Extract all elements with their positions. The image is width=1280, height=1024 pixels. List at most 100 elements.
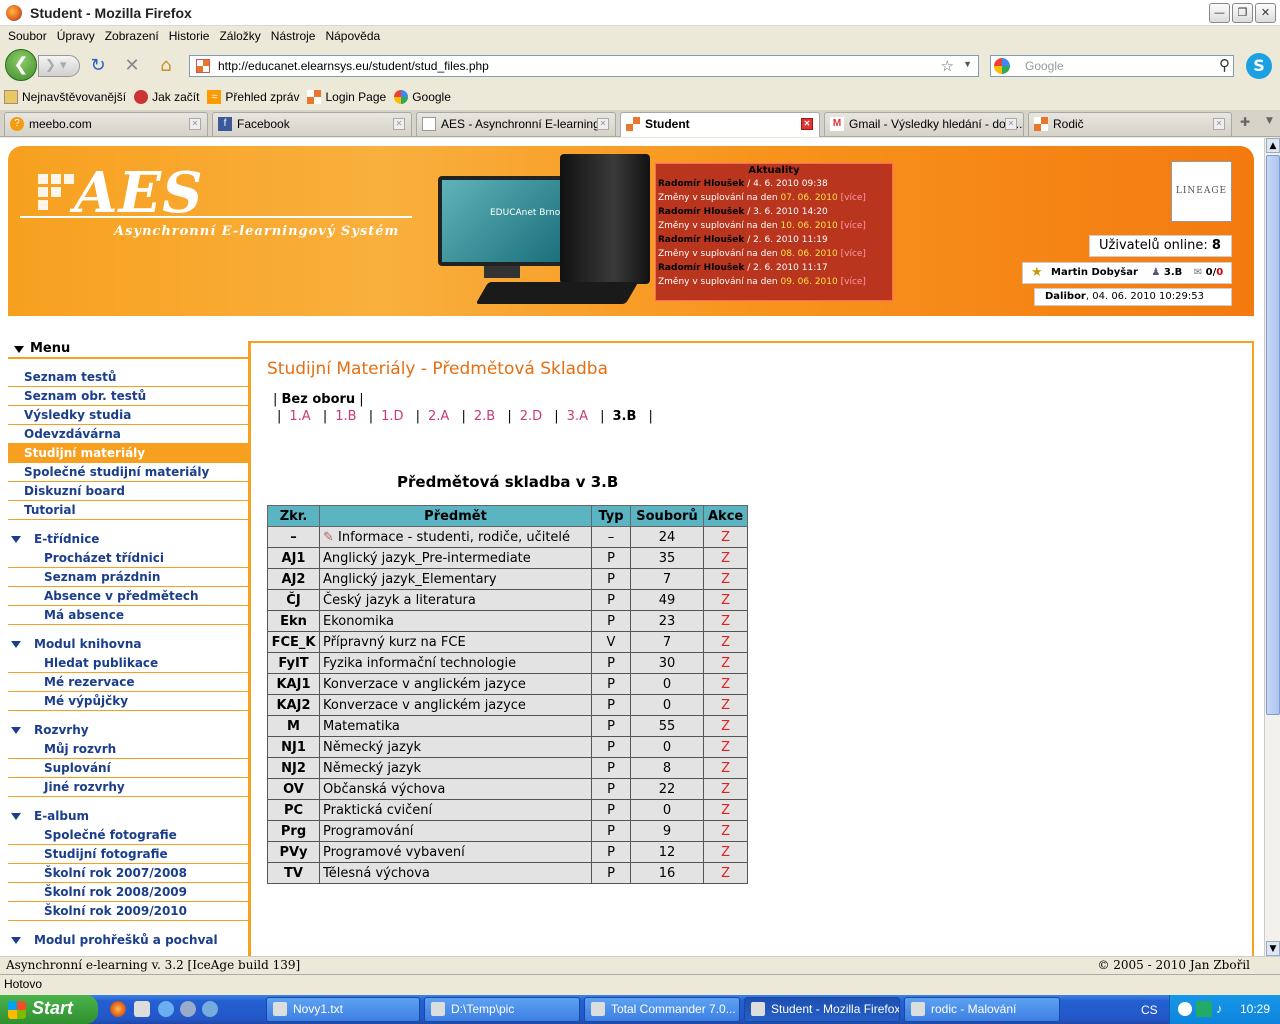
tab-facebook[interactable]: f Facebook ✕	[212, 112, 412, 136]
menu-item-my-absence[interactable]: Má absence	[8, 606, 250, 625]
minimize-button[interactable]: —	[1209, 3, 1230, 23]
desktop-quicklaunch-icon[interactable]	[202, 1001, 218, 1017]
subject-name[interactable]: Občanská výchova	[319, 778, 592, 800]
action-link[interactable]: Z	[702, 526, 749, 548]
messages-new-count[interactable]: 0	[1216, 267, 1223, 278]
menu-item-substitutions[interactable]: Suplování	[8, 759, 250, 778]
taskbar-firefox[interactable]: Student - Mozilla Firefox	[744, 997, 900, 1022]
menu-zobrazeni[interactable]: Zobrazení	[105, 29, 159, 43]
menu-item-study-photos[interactable]: Studijní fotografie	[8, 845, 250, 864]
menu-napoveda[interactable]: Nápověda	[325, 29, 380, 43]
class-link[interactable]: 2.B	[474, 409, 495, 424]
menu-item-study-materials[interactable]: Studijní materiály	[8, 444, 250, 463]
stop-icon[interactable]: ✕	[122, 56, 142, 76]
scroll-down-icon[interactable]: ▼	[1266, 941, 1280, 956]
close-tab-icon[interactable]: ✕	[189, 118, 201, 130]
forward-button[interactable]: ❯ ▾	[38, 55, 80, 77]
menu-item-other-schedules[interactable]: Jiné rozvrhy	[8, 778, 250, 797]
shield-quicklaunch-icon[interactable]	[134, 1001, 150, 1017]
subject-name[interactable]: Anglický jazyk_Elementary	[319, 568, 592, 590]
new-tab-button[interactable]: ✚	[1240, 115, 1250, 129]
subject-name[interactable]: Německý jazyk	[319, 757, 592, 779]
news-more-link[interactable]: [více]	[841, 249, 866, 259]
action-link[interactable]: Z	[702, 673, 749, 695]
menu-header[interactable]: Menu	[8, 341, 250, 359]
menu-item-year-2009[interactable]: Školní rok 2009/2010	[8, 902, 250, 921]
menu-item-year-2007[interactable]: Školní rok 2007/2008	[8, 864, 250, 883]
bookmark-most-visited[interactable]: Nejnavštěvovanější	[4, 90, 126, 104]
menu-section-library[interactable]: Modul knihovna	[8, 635, 250, 654]
menu-item-absence-subjects[interactable]: Absence v předmětech	[8, 587, 250, 606]
menu-historie[interactable]: Historie	[169, 29, 210, 43]
user-name[interactable]: Martin Dobyšar	[1051, 267, 1138, 278]
taskbar-notepad[interactable]: Novy1.txt	[266, 997, 420, 1022]
bookmark-getting-started[interactable]: Jak začít	[134, 90, 199, 104]
close-tab-icon[interactable]: ✕	[1213, 118, 1225, 130]
lineage-logo[interactable]: LINEAGE	[1171, 161, 1232, 222]
menu-nastroje[interactable]: Nástroje	[271, 29, 316, 43]
url-dropdown-icon[interactable]: ▼	[963, 59, 972, 69]
subject-name[interactable]: Přípravný kurz na FCE	[319, 631, 592, 653]
menu-item-shared-materials[interactable]: Společné studijní materiály	[8, 463, 250, 482]
bookmark-news[interactable]: ≈ Přehled zpráv	[207, 90, 299, 104]
action-link[interactable]: Z	[702, 778, 749, 800]
start-button[interactable]: Start	[0, 995, 98, 1024]
class-link[interactable]: 2.A	[428, 409, 449, 424]
action-link[interactable]: Z	[702, 799, 749, 821]
firefox-quicklaunch-icon[interactable]	[110, 1001, 126, 1017]
menu-item-shared-photos[interactable]: Společné fotografie	[8, 826, 250, 845]
class-link[interactable]: 2.D	[520, 409, 542, 424]
subject-name[interactable]: Anglický jazyk_Pre-intermediate	[319, 547, 592, 569]
clock[interactable]: 10:29	[1240, 1002, 1270, 1016]
menu-item-reservations[interactable]: Mé rezervace	[8, 673, 250, 692]
menu-item-tutorial[interactable]: Tutorial	[8, 501, 250, 520]
subject-name[interactable]: ✎ Informace - studenti, rodiče, učitelé	[319, 526, 592, 548]
action-link[interactable]: Z	[702, 547, 749, 569]
back-button[interactable]: ❮	[5, 49, 37, 81]
google-icon[interactable]	[994, 58, 1010, 74]
menu-zalozky[interactable]: Záložky	[219, 29, 260, 43]
tray-icon[interactable]	[1196, 1001, 1212, 1017]
search-icon[interactable]: ⚲	[1219, 56, 1230, 74]
subject-name[interactable]: Programové vybavení	[319, 841, 592, 863]
action-link[interactable]: Z	[702, 589, 749, 611]
news-more-link[interactable]: [více]	[841, 221, 866, 231]
taskbar-folder[interactable]: D:\Temp\pic	[424, 997, 580, 1022]
menu-section-e-album[interactable]: E-album	[8, 807, 250, 826]
menu-item-holidays[interactable]: Seznam prázdnin	[8, 568, 250, 587]
ie-quicklaunch-icon[interactable]	[158, 1001, 174, 1017]
menu-section-schedules[interactable]: Rozvrhy	[8, 721, 250, 740]
subject-name[interactable]: Německý jazyk	[319, 736, 592, 758]
menu-upravy[interactable]: Úpravy	[57, 29, 95, 43]
menu-item-search-publications[interactable]: Hledat publikace	[8, 654, 250, 673]
vertical-scrollbar[interactable]: ▲ ▼	[1264, 138, 1280, 956]
scroll-up-icon[interactable]: ▲	[1266, 138, 1280, 153]
menu-section-offenses[interactable]: Modul prohřešků a pochval	[8, 931, 250, 950]
close-tab-icon[interactable]: ✕	[393, 118, 405, 130]
close-window-button[interactable]: ✕	[1255, 3, 1276, 23]
url-bar[interactable]: http://educanet.elearnsys.eu/student/stu…	[189, 55, 979, 77]
language-indicator[interactable]: CS	[1141, 1003, 1158, 1017]
skype-icon[interactable]: S	[1246, 53, 1272, 79]
tab-meebo[interactable]: ? meebo.com ✕	[4, 112, 208, 136]
subject-name[interactable]: Matematika	[319, 715, 592, 737]
menu-item-submissions[interactable]: Odevzdávárna	[8, 425, 250, 444]
subject-name[interactable]: Konverzace v anglickém jazyce	[319, 694, 592, 716]
menu-item-results[interactable]: Výsledky studia	[8, 406, 250, 425]
menu-item-tests[interactable]: Seznam testů	[8, 368, 250, 387]
action-link[interactable]: Z	[702, 694, 749, 716]
bookmark-login-page[interactable]: Login Page	[307, 90, 386, 104]
tab-student[interactable]: Student ✕	[620, 112, 820, 137]
bookmark-star-icon[interactable]: ☆	[941, 57, 954, 75]
taskbar-paint[interactable]: rodic - Malování	[904, 997, 1060, 1022]
subject-name[interactable]: Ekonomika	[319, 610, 592, 632]
subject-name[interactable]: Fyzika informační technologie	[319, 652, 592, 674]
bookmark-google[interactable]: Google	[394, 90, 451, 104]
menu-section-e-tridnice[interactable]: E-třídnice	[8, 530, 250, 549]
menu-item-discussion[interactable]: Diskuzní board	[8, 482, 250, 501]
subject-name[interactable]: Konverzace v anglickém jazyce	[319, 673, 592, 695]
subject-name[interactable]: Tělesná výchova	[319, 862, 592, 884]
menu-item-year-2008[interactable]: Školní rok 2008/2009	[8, 883, 250, 902]
media-quicklaunch-icon[interactable]	[180, 1001, 196, 1017]
subject-name[interactable]: Programování	[319, 820, 592, 842]
